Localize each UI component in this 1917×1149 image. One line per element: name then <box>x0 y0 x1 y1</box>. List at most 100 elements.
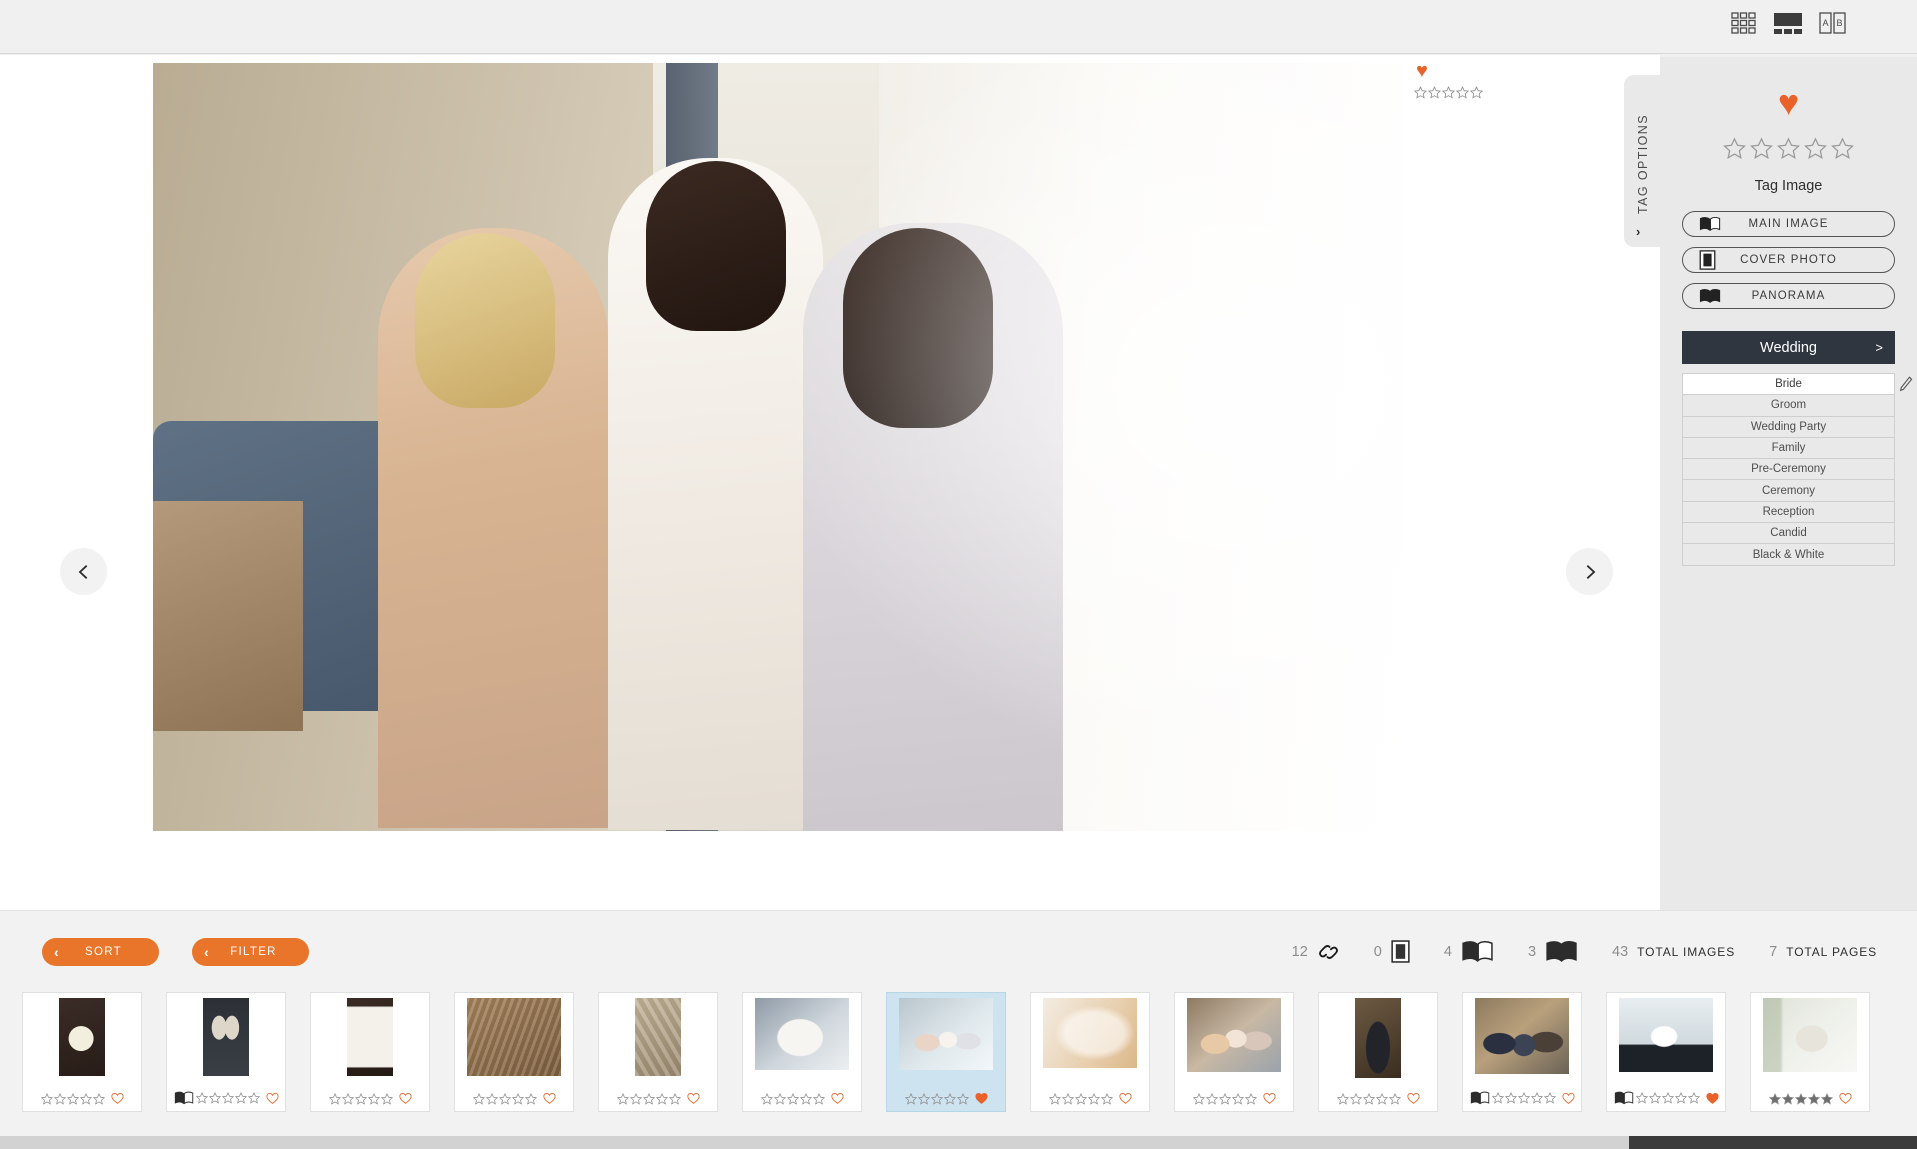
tag-item-reception[interactable]: Reception <box>1683 500 1894 523</box>
thumbnail-favorite-icon[interactable] <box>830 1092 844 1105</box>
star-icon[interactable] <box>1336 1092 1349 1105</box>
star-icon[interactable] <box>1794 1092 1807 1105</box>
filmstrip-scrollbar-thumb[interactable] <box>1629 1136 1917 1149</box>
star-icon[interactable] <box>1192 1092 1205 1105</box>
star-icon[interactable] <box>367 1092 380 1105</box>
thumbnail-1[interactable] <box>22 992 142 1112</box>
star-icon[interactable] <box>1517 1092 1530 1104</box>
star-icon[interactable] <box>1349 1092 1362 1105</box>
thumbnail-favorite-icon[interactable] <box>398 1092 412 1105</box>
hero-star-rating[interactable] <box>1414 86 1483 99</box>
thumbnail-12[interactable] <box>1606 992 1726 1112</box>
star-icon[interactable] <box>1231 1092 1244 1105</box>
thumbnail-star-rating[interactable] <box>760 1092 825 1105</box>
thumbnail-star-rating[interactable] <box>1192 1092 1257 1105</box>
thumbnail-favorite-icon[interactable] <box>686 1092 700 1105</box>
filter-button[interactable]: ‹ FILTER <box>192 938 309 966</box>
star-icon[interactable] <box>786 1092 799 1105</box>
star-icon[interactable] <box>472 1092 485 1105</box>
star-icon[interactable] <box>1674 1092 1687 1104</box>
thumbnail-favorite-icon[interactable] <box>1838 1092 1852 1105</box>
star-icon[interactable] <box>943 1092 956 1105</box>
heart-icon[interactable] <box>542 1092 556 1105</box>
star-icon[interactable] <box>799 1092 812 1105</box>
thumbnail-star-rating[interactable] <box>1336 1092 1401 1105</box>
heart-icon[interactable] <box>1406 1092 1420 1105</box>
star-icon[interactable] <box>1820 1092 1833 1105</box>
next-image-button[interactable] <box>1566 548 1613 595</box>
star-icon[interactable] <box>1061 1092 1074 1105</box>
pencil-icon[interactable] <box>1899 376 1913 392</box>
thumbnail-filmstrip[interactable] <box>0 978 1917 1149</box>
heart-icon[interactable] <box>1705 1092 1719 1105</box>
thumbnail-favorite-icon[interactable] <box>265 1092 279 1105</box>
star-icon[interactable] <box>655 1092 668 1105</box>
hero-image[interactable] <box>153 63 1404 831</box>
star-icon[interactable] <box>1491 1092 1504 1104</box>
thumbnail-3[interactable] <box>310 992 430 1112</box>
tag-item-groom[interactable]: Groom <box>1683 394 1894 416</box>
heart-icon[interactable] <box>1838 1092 1852 1105</box>
heart-icon[interactable] <box>974 1092 988 1105</box>
star-icon[interactable] <box>1244 1092 1257 1105</box>
thumbnail-8[interactable] <box>1030 992 1150 1112</box>
spread-view-toggle[interactable]: A B <box>1819 11 1847 35</box>
tag-item-ceremony[interactable]: Ceremony <box>1683 479 1894 501</box>
single-view-toggle[interactable] <box>1773 11 1803 35</box>
thumbnail-4[interactable] <box>454 992 574 1112</box>
star-icon[interactable] <box>221 1092 234 1104</box>
heart-icon[interactable] <box>110 1092 124 1105</box>
star-icon[interactable] <box>1087 1092 1100 1105</box>
star-icon[interactable] <box>668 1092 681 1105</box>
heart-icon[interactable] <box>398 1092 412 1105</box>
star-icon[interactable] <box>1218 1092 1231 1105</box>
star-icon[interactable] <box>341 1092 354 1105</box>
panorama-button[interactable]: PANORAMA <box>1682 283 1895 309</box>
favorite-heart-icon[interactable]: ♥ <box>1416 61 1428 81</box>
thumbnail-star-rating[interactable] <box>195 1092 260 1104</box>
tag-item-bride[interactable]: Bride <box>1683 373 1894 395</box>
star-icon[interactable] <box>773 1092 786 1105</box>
star-icon[interactable] <box>524 1092 537 1105</box>
thumbnail-star-rating[interactable] <box>472 1092 537 1105</box>
thumbnail-favorite-icon[interactable] <box>1705 1092 1719 1105</box>
thumbnail-5[interactable] <box>598 992 718 1112</box>
thumbnail-10[interactable] <box>1318 992 1438 1112</box>
star-icon[interactable] <box>1687 1092 1700 1104</box>
star-icon[interactable] <box>812 1092 825 1105</box>
heart-icon[interactable] <box>1561 1092 1575 1105</box>
grid-view-toggle[interactable] <box>1731 11 1757 35</box>
star-icon[interactable] <box>1048 1092 1061 1105</box>
tag-category-header[interactable]: Wedding > <box>1682 331 1895 364</box>
star-icon[interactable] <box>485 1092 498 1105</box>
thumbnail-star-rating[interactable] <box>904 1092 969 1105</box>
star-icon[interactable] <box>328 1092 341 1105</box>
star-icon[interactable] <box>92 1092 105 1105</box>
star-icon[interactable] <box>1074 1092 1087 1105</box>
thumbnail-9[interactable] <box>1174 992 1294 1112</box>
linked-images-counter[interactable]: 12 <box>1292 942 1340 962</box>
thumbnail-star-rating[interactable] <box>616 1092 681 1105</box>
star-icon[interactable] <box>760 1092 773 1105</box>
filmstrip-scrollbar[interactable] <box>0 1136 1917 1149</box>
thumbnail-favorite-icon[interactable] <box>542 1092 556 1105</box>
star-icon[interactable] <box>195 1092 208 1104</box>
thumbnail-star-rating[interactable] <box>40 1092 105 1105</box>
star-icon[interactable] <box>234 1092 247 1104</box>
star-icon[interactable] <box>1388 1092 1401 1105</box>
heart-icon[interactable] <box>1262 1092 1276 1105</box>
panel-favorite-heart-icon[interactable]: ♥ <box>1660 85 1917 121</box>
thumbnail-star-rating[interactable] <box>1048 1092 1113 1105</box>
thumbnail-star-rating[interactable] <box>1491 1092 1556 1104</box>
thumbnail-13[interactable] <box>1750 992 1870 1112</box>
panorama-counter[interactable]: 3 <box>1528 940 1578 963</box>
star-icon[interactable] <box>616 1092 629 1105</box>
thumbnail-6[interactable] <box>742 992 862 1112</box>
star-icon[interactable] <box>1781 1092 1794 1105</box>
star-icon[interactable] <box>1648 1092 1661 1104</box>
tag-item-wedding-party[interactable]: Wedding Party <box>1683 415 1894 437</box>
thumbnail-favorite-icon[interactable] <box>1262 1092 1276 1105</box>
star-icon[interactable] <box>1205 1092 1218 1105</box>
star-icon[interactable] <box>1768 1092 1781 1105</box>
main-image-counter[interactable]: 4 <box>1444 940 1494 963</box>
